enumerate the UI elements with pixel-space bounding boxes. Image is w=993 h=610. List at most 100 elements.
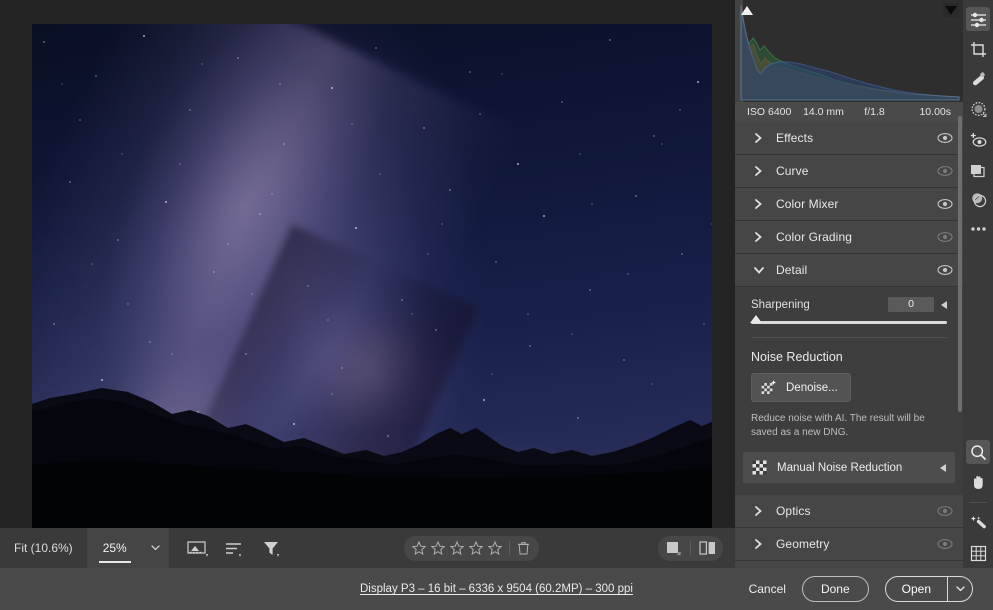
before-after-split-view-button[interactable] xyxy=(696,539,718,558)
denoise-description: Reduce noise with AI. The result will be… xyxy=(751,413,925,439)
star-outline-icon xyxy=(431,541,446,555)
panel-section-optics[interactable]: Optics xyxy=(735,495,963,529)
reject-button[interactable] xyxy=(514,539,533,558)
star-5[interactable] xyxy=(486,539,505,558)
panel-section-color-grading[interactable]: Color Grading xyxy=(735,221,963,254)
eye-icon[interactable] xyxy=(937,264,953,276)
hand-pan-tool[interactable] xyxy=(966,470,990,494)
footer-bar: Display P3 – 16 bit – 6336 x 9504 (60.2M… xyxy=(0,568,993,610)
panel-label: Effects xyxy=(776,131,814,145)
filter-icon xyxy=(263,542,279,557)
zoom-icon xyxy=(970,444,986,460)
masking-icon xyxy=(970,101,986,117)
slider-handle[interactable] xyxy=(750,315,762,323)
chevron-right-icon xyxy=(753,199,764,210)
panel-section-curve[interactable]: Curve xyxy=(735,155,963,188)
panel-section-calibration[interactable]: Calibration xyxy=(735,561,963,568)
single-view-button[interactable] xyxy=(663,539,685,558)
auto-enhance-tool[interactable] xyxy=(966,511,990,535)
grid-overlay-tool[interactable] xyxy=(966,541,990,565)
reset-arrow-icon[interactable] xyxy=(941,300,947,309)
trash-icon xyxy=(517,542,529,555)
chevron-down-icon xyxy=(955,586,965,592)
tool-rail xyxy=(963,0,993,568)
panel-section-detail[interactable]: Detail xyxy=(735,254,963,287)
chevron-right-icon xyxy=(753,539,764,550)
ai-denoise-icon xyxy=(761,380,776,394)
photo-preview[interactable] xyxy=(32,24,712,528)
view-mode-group[interactable] xyxy=(658,535,723,561)
chevron-down-icon xyxy=(151,545,160,551)
open-button-group[interactable]: Open xyxy=(884,576,973,602)
bottom-toolbar: Fit (10.6%) 25% xyxy=(0,528,735,568)
hand-pan-icon xyxy=(973,475,983,489)
thumbnail-view-icon xyxy=(187,541,208,557)
star-1[interactable] xyxy=(410,539,429,558)
sharpening-value[interactable]: 0 xyxy=(888,297,934,312)
sort-order-button[interactable] xyxy=(225,538,247,558)
open-button[interactable]: Open xyxy=(886,577,947,601)
sharpening-control[interactable]: Sharpening 0 xyxy=(751,297,947,312)
divider xyxy=(508,541,510,555)
cancel-button[interactable]: Cancel xyxy=(749,582,786,596)
masking-tool[interactable] xyxy=(966,97,990,121)
shadow-clipping-indicator[interactable] xyxy=(739,3,755,17)
sharpening-slider[interactable] xyxy=(750,315,947,324)
done-button[interactable]: Done xyxy=(801,576,869,602)
detail-panel-body: Sharpening 0 Noise Reduction Denoise... … xyxy=(735,287,963,484)
eye-icon[interactable] xyxy=(937,198,953,210)
snapshots-tool[interactable] xyxy=(966,187,990,211)
chevron-right-icon xyxy=(753,232,764,243)
panel-label: Color Grading xyxy=(776,230,853,244)
panel-section-geometry[interactable]: Geometry xyxy=(735,528,963,562)
eye-icon[interactable] xyxy=(937,505,953,517)
zoom-level-button[interactable]: 25% xyxy=(86,528,143,568)
divider xyxy=(751,337,947,338)
chevron-right-icon xyxy=(753,166,764,177)
star-rating[interactable] xyxy=(403,535,539,561)
star-outline-icon xyxy=(450,541,465,555)
triangle-down-icon xyxy=(945,5,957,15)
manual-noise-reduction-row[interactable]: Manual Noise Reduction xyxy=(743,452,955,484)
star-2[interactable] xyxy=(429,539,448,558)
zoom-level-dropdown[interactable] xyxy=(142,528,169,568)
zoom-fit-button[interactable]: Fit (10.6%) xyxy=(0,528,87,568)
expand-arrow-icon[interactable] xyxy=(940,463,946,472)
red-eye-icon xyxy=(970,132,986,147)
star-4[interactable] xyxy=(467,539,486,558)
eye-icon[interactable] xyxy=(937,231,953,243)
exif-focal-length: 14.0 mm xyxy=(803,106,844,118)
eye-icon[interactable] xyxy=(937,165,953,177)
more-options-button[interactable] xyxy=(966,217,990,241)
sharpening-label: Sharpening xyxy=(751,298,810,311)
panel-section-effects[interactable]: Effects xyxy=(735,122,963,155)
highlight-clipping-indicator[interactable] xyxy=(943,3,959,17)
more-options-icon xyxy=(970,227,986,231)
denoise-button[interactable]: Denoise... xyxy=(751,373,851,402)
panel-label: Optics xyxy=(776,504,811,519)
zoom-tool[interactable] xyxy=(966,440,990,464)
star-3[interactable] xyxy=(448,539,467,558)
panel-scrollbar[interactable] xyxy=(958,116,962,412)
healing-brush-tool[interactable] xyxy=(966,67,990,91)
panel-label: Detail xyxy=(776,263,808,277)
filter-button[interactable] xyxy=(263,538,285,558)
image-canvas[interactable] xyxy=(0,0,735,528)
presets-icon xyxy=(970,164,985,177)
open-dropdown-button[interactable] xyxy=(948,577,972,601)
eye-icon[interactable] xyxy=(937,538,953,550)
red-eye-tool[interactable] xyxy=(966,127,990,151)
histogram[interactable] xyxy=(735,0,963,102)
snapshots-icon xyxy=(971,192,986,207)
crop-tool[interactable] xyxy=(966,37,990,61)
noise-pattern-icon xyxy=(752,460,767,475)
histogram-curves xyxy=(735,0,963,102)
presets-tool[interactable] xyxy=(966,157,990,181)
panel-list: Effects Curve Color Mixer Color Grading … xyxy=(735,122,963,568)
toolbar-icon-group xyxy=(169,538,285,558)
panel-section-color-mixer[interactable]: Color Mixer xyxy=(735,188,963,221)
divider xyxy=(690,541,691,555)
edit-sliders-tool[interactable] xyxy=(966,7,990,31)
thumbnail-view-button[interactable] xyxy=(187,538,209,558)
eye-icon[interactable] xyxy=(937,132,953,144)
